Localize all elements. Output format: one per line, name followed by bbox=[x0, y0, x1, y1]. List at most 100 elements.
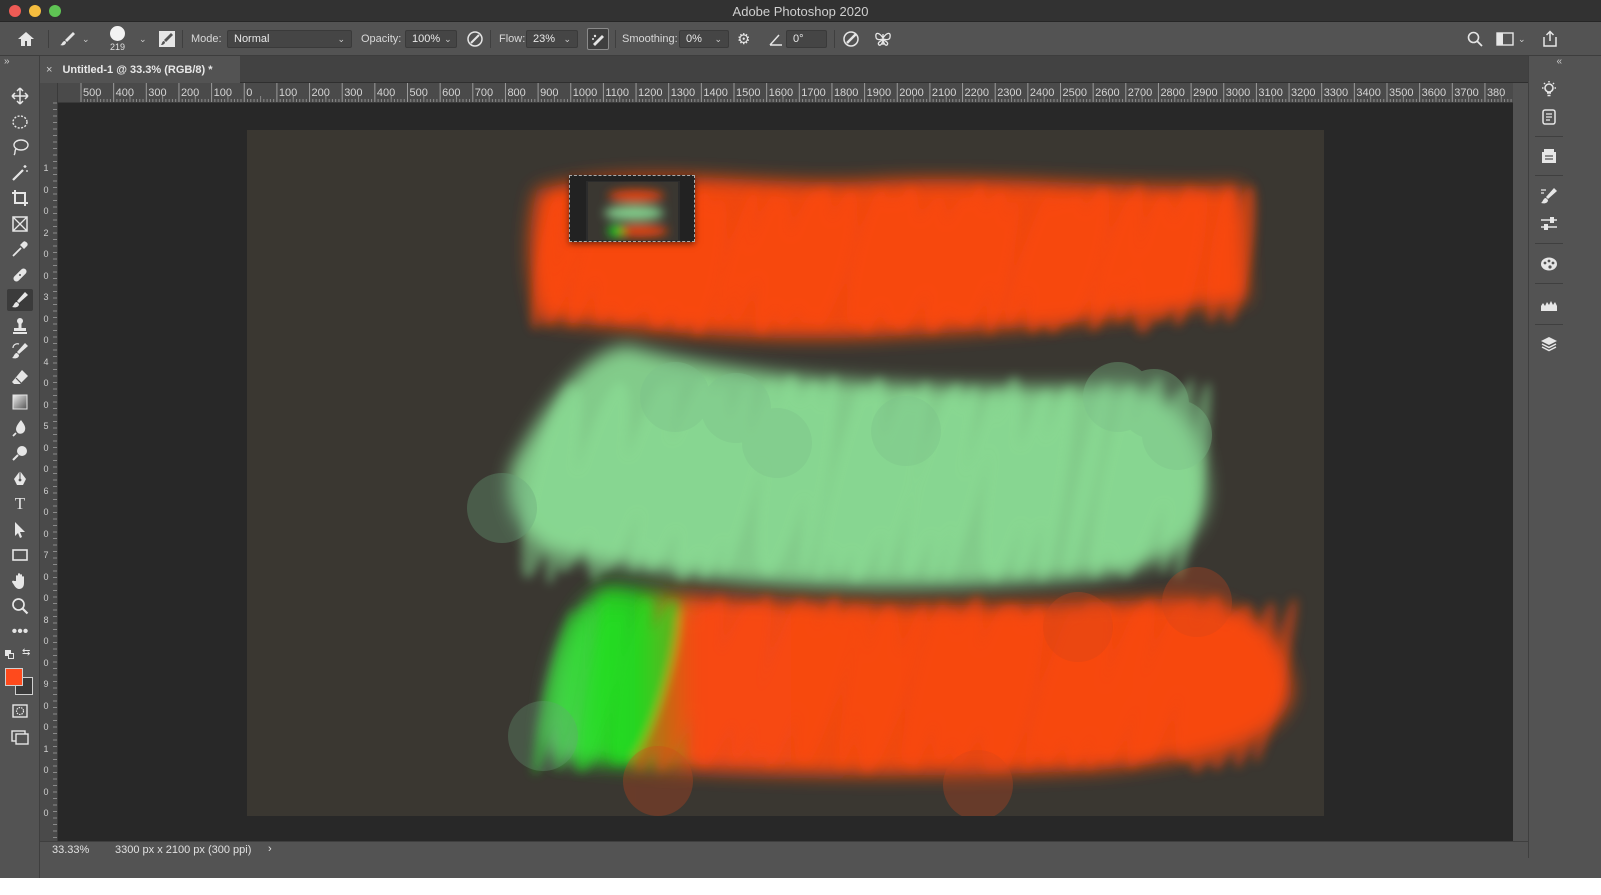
adjustments-icon bbox=[1541, 217, 1557, 230]
chevron-down-icon[interactable]: ⌄ bbox=[139, 22, 147, 56]
close-document-icon[interactable]: × bbox=[46, 64, 52, 76]
tool-preset-picker[interactable]: ⌄ bbox=[58, 22, 90, 56]
foreground-color-swatch[interactable] bbox=[5, 668, 23, 686]
histogram-panel-button[interactable] bbox=[1538, 294, 1560, 316]
rectangle-icon bbox=[12, 549, 28, 561]
ruler-label: 9 bbox=[43, 679, 49, 689]
share-button[interactable] bbox=[1541, 22, 1559, 56]
smoothing-input[interactable]: 0% ⌄ bbox=[679, 30, 729, 48]
ruler-label: 8 bbox=[43, 614, 49, 625]
flow-value: 23% bbox=[533, 33, 556, 45]
ruler-label: 2300 bbox=[997, 87, 1022, 99]
swap-colors-icon[interactable]: ⇆ bbox=[22, 647, 30, 658]
libraries-panel-button[interactable] bbox=[1538, 106, 1560, 128]
smoothing-options-button[interactable]: ⚙ bbox=[737, 22, 750, 56]
document-canvas[interactable] bbox=[247, 130, 1324, 816]
chevron-down-icon: ⌄ bbox=[444, 33, 452, 44]
ruler-label: 0 bbox=[43, 249, 49, 259]
path-selection-tool[interactable] bbox=[7, 519, 33, 541]
crop-tool[interactable] bbox=[7, 187, 33, 209]
ruler-label: 2100 bbox=[931, 87, 957, 99]
mode-select[interactable]: Normal ⌄ bbox=[227, 30, 352, 48]
flow-input[interactable]: 23% ⌄ bbox=[526, 30, 578, 48]
opacity-input[interactable]: 100% ⌄ bbox=[405, 30, 457, 48]
ruler-label: 1600 bbox=[768, 87, 794, 99]
angle-input[interactable]: 0° bbox=[786, 30, 827, 48]
ruler-label: 0 bbox=[43, 442, 49, 453]
collapse-panel-icon[interactable]: » bbox=[4, 56, 10, 67]
eyedropper-icon bbox=[12, 241, 28, 257]
magic-wand-tool[interactable] bbox=[7, 162, 33, 184]
panel-dock: « bbox=[1528, 56, 1568, 858]
marquee-tool[interactable] bbox=[7, 111, 33, 133]
brush-settings-toggle[interactable] bbox=[158, 22, 176, 56]
eyedropper-tool[interactable] bbox=[7, 238, 33, 260]
brush-tool[interactable] bbox=[7, 289, 33, 311]
screen-mode-icon bbox=[11, 730, 29, 745]
layers-panel-button[interactable] bbox=[1538, 333, 1560, 355]
brush-angle-control[interactable] bbox=[769, 22, 783, 56]
ruler-label: 2600 bbox=[1095, 87, 1120, 99]
hand-tool[interactable] bbox=[7, 570, 33, 592]
home-button[interactable] bbox=[16, 22, 36, 56]
pressure-size-toggle[interactable] bbox=[841, 22, 861, 56]
expand-panels-icon[interactable]: « bbox=[1556, 56, 1562, 67]
properties-panel-button[interactable] bbox=[1538, 145, 1560, 167]
gradient-tool[interactable] bbox=[7, 391, 33, 413]
more-tools-button[interactable]: ••• bbox=[7, 621, 33, 643]
ruler-label: 3100 bbox=[1258, 87, 1283, 99]
dodge-tool[interactable] bbox=[7, 442, 33, 464]
ruler-label: 3400 bbox=[1356, 87, 1381, 99]
airbrush-toggle[interactable] bbox=[587, 22, 609, 56]
screen-mode-button[interactable] bbox=[7, 726, 33, 748]
opacity-label: Opacity: bbox=[361, 33, 402, 45]
ruler-label: 1 bbox=[43, 743, 49, 754]
share-icon bbox=[1543, 30, 1557, 47]
photoshop-window: Adobe Photoshop 2020 ⌄ 219 ⌄ Mode: Norma… bbox=[0, 0, 1601, 878]
ruler-label: 0 bbox=[43, 571, 49, 582]
status-bar: 33.33% 3300 px x 2100 px (300 ppi) › bbox=[40, 841, 1528, 858]
brush-size-picker[interactable]: 219 bbox=[110, 22, 125, 56]
learn-panel-button[interactable] bbox=[1538, 78, 1560, 100]
ruler-label: 1400 bbox=[703, 87, 728, 99]
horizontal-ruler[interactable]: 500 400 300 200 100 0 100 200 300 400 500 600 700 800… bbox=[58, 83, 1513, 103]
workspace-switcher[interactable]: ⌄ bbox=[1496, 22, 1526, 56]
blur-tool[interactable] bbox=[7, 417, 33, 439]
pen-tool[interactable] bbox=[7, 468, 33, 490]
smoothing-value: 0% bbox=[686, 33, 702, 45]
history-brush-tool[interactable] bbox=[7, 340, 33, 362]
ellipsis-icon: ••• bbox=[11, 623, 29, 640]
lasso-tool[interactable] bbox=[7, 136, 33, 158]
zoom-level[interactable]: 33.33% bbox=[52, 844, 89, 856]
ruler-label: 1200 bbox=[638, 87, 663, 99]
adjustments-panel-button[interactable] bbox=[1538, 213, 1560, 235]
healing-brush-tool[interactable] bbox=[7, 264, 33, 286]
pressure-opacity-toggle[interactable] bbox=[465, 22, 485, 56]
move-tool[interactable] bbox=[7, 85, 33, 107]
vertical-ruler[interactable]: 1 0 0 2 0 0 3 0 0 4 0 0 5 0 0 6 0 0 7 0 0 8 0 0 9 0 0 1 0 0 0 bbox=[40, 83, 58, 841]
brushes-panel-button[interactable] bbox=[1538, 185, 1560, 207]
ruler-label: 0 bbox=[43, 700, 49, 711]
type-tool[interactable]: T bbox=[7, 493, 33, 515]
pen-icon bbox=[14, 471, 26, 485]
libraries-icon bbox=[1542, 109, 1556, 125]
frame-tool[interactable] bbox=[7, 213, 33, 235]
ruler-label: 3300 bbox=[1323, 87, 1349, 99]
symmetry-button[interactable] bbox=[873, 22, 893, 56]
chevron-down-icon: ⌄ bbox=[563, 33, 571, 44]
clone-stamp-tool[interactable] bbox=[7, 315, 33, 337]
default-colors-icon[interactable] bbox=[5, 650, 14, 659]
smoothing-label: Smoothing: bbox=[622, 33, 678, 45]
chevron-down-icon: ⌄ bbox=[82, 33, 90, 44]
pressure-size-icon bbox=[843, 31, 859, 47]
rectangle-tool[interactable] bbox=[7, 544, 33, 566]
document-workspace[interactable] bbox=[58, 103, 1513, 841]
quick-mask-button[interactable] bbox=[7, 700, 33, 722]
document-tab[interactable]: × Untitled-1 @ 33.3% (RGB/8) * bbox=[40, 56, 240, 83]
search-button[interactable] bbox=[1466, 22, 1484, 56]
navigator-preview[interactable] bbox=[569, 175, 695, 242]
eraser-tool[interactable] bbox=[7, 366, 33, 388]
status-menu-arrow[interactable]: › bbox=[268, 843, 272, 855]
color-panel-button[interactable] bbox=[1538, 253, 1560, 275]
zoom-tool[interactable] bbox=[7, 595, 33, 617]
